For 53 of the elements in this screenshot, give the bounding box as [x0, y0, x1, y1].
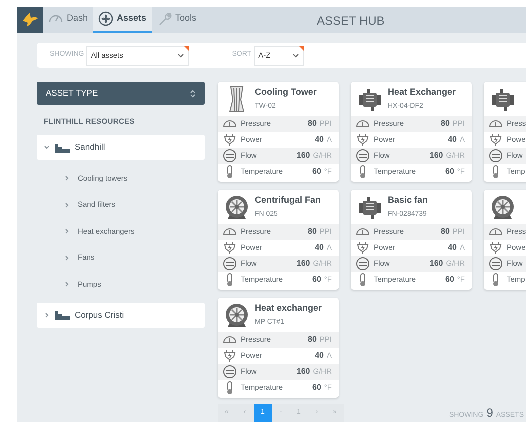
reading-value: 160: [430, 258, 444, 270]
flow-meter-icon: [356, 257, 370, 271]
flow-meter-icon: [356, 149, 370, 163]
asset-name: Centrifugal Fan: [255, 194, 322, 207]
plug-icon: [356, 133, 370, 147]
reading-value: 80: [308, 226, 317, 238]
selector-label: ASSET TYPE: [46, 87, 98, 100]
asset-count: 9: [486, 405, 494, 422]
plug-icon: [223, 241, 237, 255]
site-item[interactable]: Sandhill: [37, 135, 205, 160]
plug-icon: [489, 241, 503, 255]
reading-value: 80: [308, 118, 317, 130]
reading-value: 160: [296, 366, 310, 378]
reading-value: 160: [296, 258, 310, 270]
factory-icon: [55, 142, 70, 153]
asset-type-selector[interactable]: ASSET TYPE: [37, 82, 205, 105]
reading-value: 80: [308, 334, 317, 346]
factory-icon: [55, 310, 70, 320]
asset-name: Cooling Tower: [255, 86, 317, 99]
flow-meter-icon: [223, 365, 237, 379]
reading-value: 40: [315, 242, 324, 254]
chevron-down-icon: [292, 54, 299, 58]
reading-value: 80: [441, 226, 450, 238]
flow-meter-icon: [223, 257, 237, 271]
reading-value: 160: [430, 150, 444, 162]
reading-value: 60: [446, 166, 454, 178]
nav-tab[interactable]: Dash: [43, 7, 94, 33]
nav-tab[interactable]: Assets: [93, 7, 152, 33]
nav-tab[interactable]: Tools: [152, 7, 202, 33]
plug-icon: [223, 133, 237, 147]
reading-value: 40: [448, 242, 457, 254]
reading-value: 60: [446, 274, 454, 286]
plug-icon: [223, 349, 237, 363]
reading-value: 60: [312, 166, 322, 178]
flow-meter-icon: [223, 149, 237, 163]
app-title: ASSET HUB: [317, 13, 385, 30]
flow-meter-icon: [489, 149, 503, 163]
asset-name: Heat Exchanger: [388, 86, 456, 99]
reading-value: 40: [315, 350, 324, 362]
flow-meter-icon: [489, 257, 503, 271]
reading-value: 40: [315, 134, 324, 146]
chevron-down-icon: [178, 54, 184, 58]
site-item[interactable]: Corpus Cristi: [37, 302, 205, 328]
reading-value: 60: [312, 274, 322, 286]
reading-value: 60: [312, 382, 322, 394]
reading-value: 40: [448, 134, 457, 146]
sort-chevrons-icon: [190, 88, 196, 98]
reading-value: 80: [441, 118, 450, 130]
reading-value: 160: [296, 150, 310, 162]
plug-icon: [356, 241, 370, 255]
plug-icon: [489, 133, 503, 147]
asset-name: Basic fan: [388, 194, 428, 206]
asset-name: Heat exchanger: [255, 302, 322, 315]
